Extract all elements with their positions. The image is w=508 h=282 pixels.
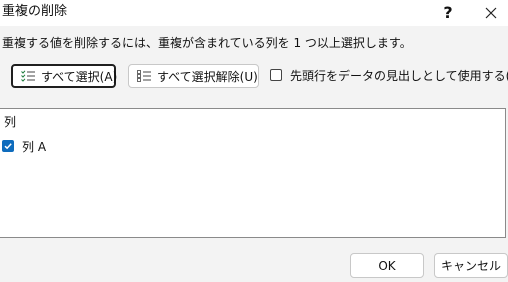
column-list-header: 列 — [4, 115, 17, 129]
checkmark-icon — [4, 143, 12, 150]
question-mark-icon: ? — [443, 3, 453, 22]
header-row-checkbox-label: 先頭行をデータの見出しとして使用する(M) — [290, 68, 508, 83]
select-all-label: すべて選択(A) — [41, 69, 118, 84]
dialog-title-bar: 重複の削除 ? — [0, 0, 508, 26]
remove-duplicates-dialog: 重複の削除 ? 重複する値を削除するには、重複が含まれている列を 1 つ以上選択… — [0, 0, 508, 282]
use-header-row-checkbox[interactable]: 先頭行をデータの見出しとして使用する(M) — [270, 66, 508, 84]
header-row-checkbox-box[interactable] — [270, 69, 282, 81]
column-list-item[interactable]: 列 A — [2, 137, 46, 155]
select-all-button[interactable]: すべて選択(A) — [11, 64, 118, 88]
column-a-checkbox[interactable] — [2, 140, 14, 152]
column-list: 列 列 A — [0, 108, 506, 238]
select-all-list-icon — [21, 70, 35, 82]
dialog-title: 重複の削除 — [2, 4, 68, 19]
help-button[interactable]: ? — [431, 0, 465, 26]
close-icon — [485, 7, 497, 19]
ok-button[interactable]: OK — [350, 253, 424, 278]
close-button[interactable] — [474, 0, 508, 26]
column-a-label: 列 A — [22, 139, 47, 154]
deselect-all-button[interactable]: すべて選択解除(U) — [128, 64, 259, 88]
deselect-all-label: すべて選択解除(U) — [157, 69, 258, 84]
deselect-all-list-icon — [137, 70, 151, 82]
dialog-instruction: 重複する値を削除するには、重複が含まれている列を 1 つ以上選択します。 — [2, 36, 412, 50]
cancel-button[interactable]: キャンセル — [434, 253, 508, 278]
